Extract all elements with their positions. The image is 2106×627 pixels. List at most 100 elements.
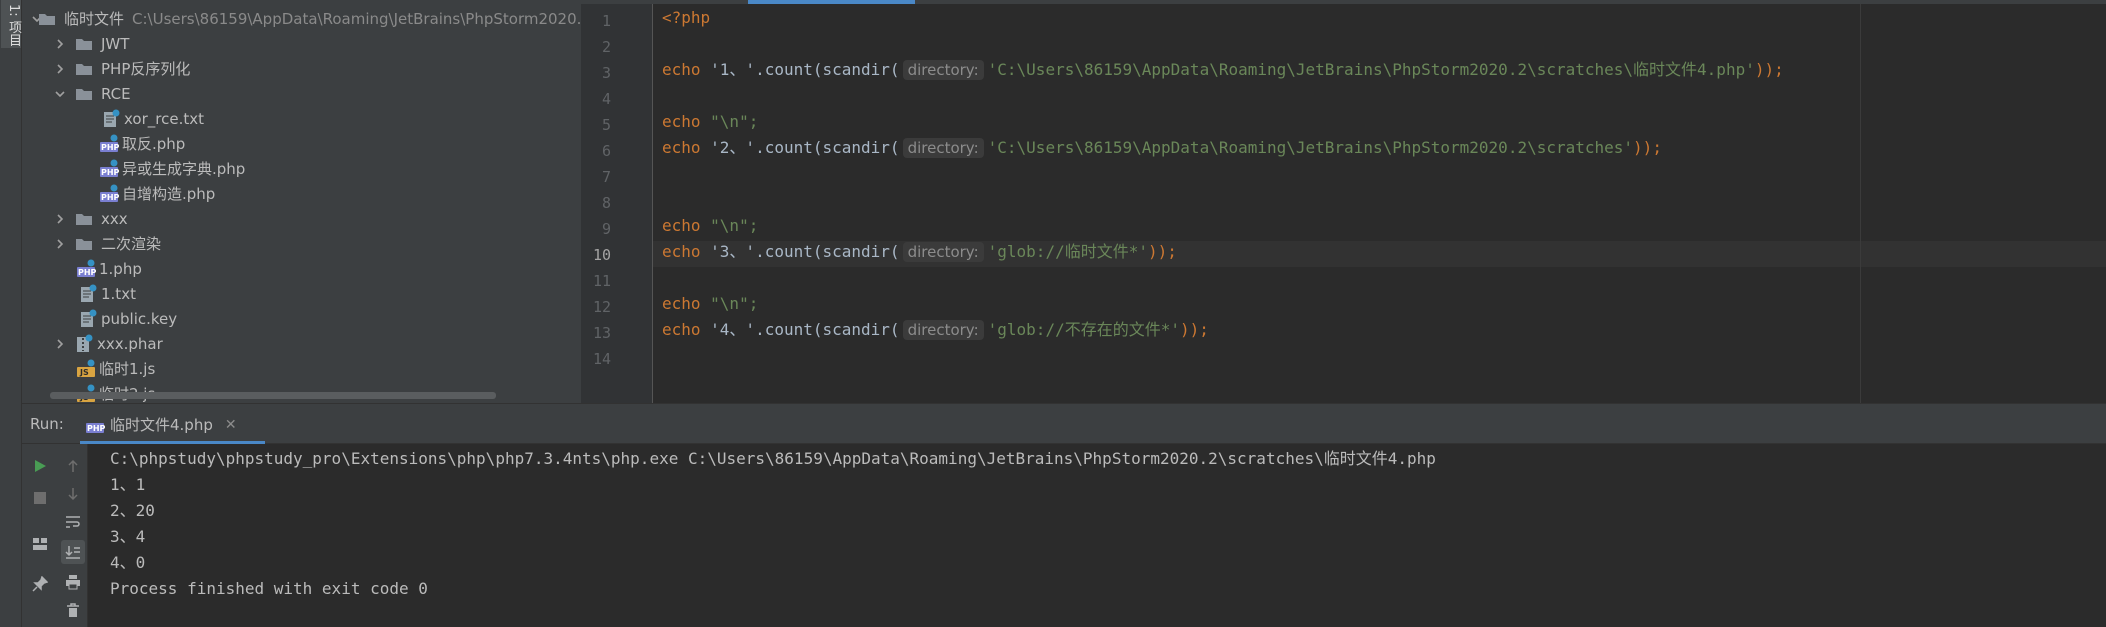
php-file-icon: PHP [100, 134, 120, 154]
text-file-icon [79, 284, 97, 304]
layout-icon[interactable] [28, 532, 52, 556]
tree-item-xxx-phar[interactable]: xxx.phar [22, 331, 581, 356]
tree-root[interactable]: 临时文件 C:\Users\86159\AppData\Roaming\JetB… [22, 6, 581, 31]
php-file-icon: PHP [86, 415, 106, 435]
code-line-13[interactable]: echo '4、'.count(scandir(directory:'glob:… [662, 317, 1209, 343]
line-number: 8 [601, 194, 611, 212]
trash-icon[interactable] [61, 598, 85, 622]
project-tool-tab[interactable]: 1: 项目 [1, 0, 21, 48]
svg-text:PHP: PHP [101, 168, 120, 177]
tree-item-label: xor_rce.txt [124, 109, 204, 128]
code-text: '2、'.count(scandir( [700, 138, 900, 157]
tree-item-label: 临时1.js [99, 360, 156, 378]
tree-item-label: RCE [101, 84, 131, 103]
string-literal: "\n"; [700, 294, 759, 313]
arrow-up-icon[interactable] [61, 454, 85, 478]
console-line: C:\phpstudy\phpstudy_pro\Extensions\php\… [110, 449, 1436, 468]
keyword: echo [662, 242, 701, 261]
tree-item-label: xxx.phar [97, 334, 163, 353]
code-line-9[interactable]: echo "\n"; [662, 213, 758, 239]
run-toolbar [22, 444, 58, 627]
svg-text:PHP: PHP [101, 143, 120, 152]
close-icon[interactable]: ✕ [225, 417, 237, 433]
tree-item-public-key[interactable]: public.key [22, 306, 581, 331]
line-number: 12 [592, 298, 611, 316]
editor-tab-strip [581, 0, 2106, 4]
tree-item-php-unserialize[interactable]: PHP反序列化 [22, 56, 581, 81]
folder-icon [75, 37, 93, 51]
tree-item-1-php[interactable]: PHP 1.php [22, 256, 581, 281]
tree-item-label: 1.txt [101, 284, 136, 303]
line-number: 5 [601, 116, 611, 134]
php-file-icon: PHP [100, 159, 120, 179]
folder-icon [75, 212, 93, 226]
arrow-down-icon[interactable] [61, 482, 85, 506]
tree-item-rce[interactable]: RCE [22, 81, 581, 106]
tree-item-increment-php[interactable]: PHP 自增构造.php [22, 181, 581, 206]
code-line-3[interactable]: echo '1、'.count(scandir(directory: 'C:\Us… [662, 57, 1784, 83]
svg-text:PHP: PHP [78, 268, 97, 277]
tree-item-label: xxx [101, 209, 128, 228]
tree-item-second-render[interactable]: 二次渲染 [22, 231, 581, 256]
chevron-down-icon[interactable] [53, 87, 67, 101]
code-line-1[interactable]: <?php [662, 5, 710, 31]
string-literal: 'glob://不存在的文件*' [987, 320, 1180, 339]
scroll-to-end-icon[interactable] [61, 540, 85, 564]
tree-item-js-1[interactable]: JS 临时1.js [22, 356, 581, 381]
chevron-right-icon[interactable] [53, 62, 67, 76]
archive-file-icon [75, 334, 93, 354]
tree-item-negate-php[interactable]: PHP 取反.php [22, 131, 581, 156]
code-text: '3、'.count(scandir( [700, 242, 900, 261]
code-line-12[interactable]: echo "\n"; [662, 291, 758, 317]
chevron-right-icon[interactable] [53, 237, 67, 251]
pin-icon[interactable] [28, 572, 52, 596]
line-number: 4 [601, 90, 611, 108]
soft-wrap-icon[interactable] [61, 510, 85, 534]
parameter-hint: directory: [902, 242, 984, 262]
code-line-6[interactable]: echo '2、'.count(scandir(directory: 'C:\Us… [662, 135, 1662, 161]
active-tab-indicator [748, 0, 915, 4]
php-file-icon: PHP [100, 184, 120, 204]
text-file-icon [102, 109, 120, 129]
console-toolbar [58, 444, 88, 627]
line-number: 7 [601, 168, 611, 186]
line-number: 9 [601, 220, 611, 238]
tree-item-label: PHP反序列化 [101, 60, 191, 78]
console-line: 1、1 [110, 475, 146, 494]
tree-item-xor-dict-php[interactable]: PHP 异或生成字典.php [22, 156, 581, 181]
code-text: )); [1633, 138, 1662, 157]
folder-icon [38, 12, 56, 26]
run-config-tab[interactable]: PHP 临时文件4.php ✕ [80, 408, 265, 444]
project-horizontal-scrollbar[interactable] [50, 392, 496, 399]
string-literal: "\n"; [700, 112, 759, 131]
chevron-right-icon[interactable] [53, 337, 67, 351]
console-line: Process finished with exit code 0 [110, 579, 428, 598]
text-file-icon [79, 309, 97, 329]
keyword: echo [662, 138, 701, 157]
tree-item-xxx[interactable]: xxx [22, 206, 581, 231]
code-line-5[interactable]: echo "\n"; [662, 109, 758, 135]
run-header: Run: PHP 临时文件4.php ✕ [22, 404, 2106, 444]
folder-icon [75, 87, 93, 101]
tree-item-1-txt[interactable]: 1.txt [22, 281, 581, 306]
line-number-gutter: 1 2 3 4 5 6 7 8 9 10 11 12 13 14 [581, 4, 653, 403]
line-number: 11 [592, 272, 611, 290]
chevron-right-icon[interactable] [53, 212, 67, 226]
stop-icon[interactable] [28, 486, 52, 510]
code-text: )); [1179, 320, 1209, 339]
svg-text:JS: JS [79, 368, 89, 377]
tree-item-label: 异或生成字典.php [122, 160, 246, 178]
code-text: '4、'.count(scandir( [700, 320, 900, 339]
tree-item-xor-rce-txt[interactable]: xor_rce.txt [22, 106, 581, 131]
code-editor[interactable]: 1 2 3 4 5 6 7 8 9 10 11 12 13 14 <?php e… [581, 0, 2106, 403]
tree-item-label: 自增构造.php [122, 185, 216, 203]
code-line-10[interactable]: echo '3、'.count(scandir(directory:'glob:… [662, 239, 1177, 265]
print-icon[interactable] [61, 570, 85, 594]
chevron-right-icon[interactable] [53, 37, 67, 51]
php-file-icon: PHP [77, 259, 97, 279]
tree-item-jwt[interactable]: JWT [22, 31, 581, 56]
rerun-icon[interactable] [28, 454, 52, 478]
folder-icon [75, 62, 93, 76]
run-tool-window: Run: PHP 临时文件4.php ✕ C:\phpstudy\phpstud… [22, 403, 2106, 627]
fold-guide [652, 4, 653, 403]
